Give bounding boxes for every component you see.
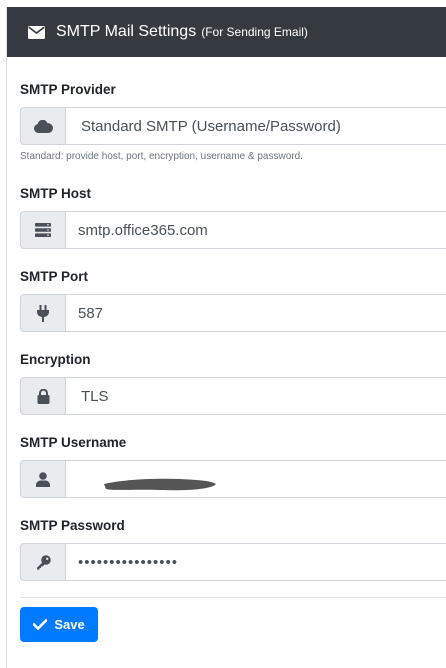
provider-label: SMTP Provider — [20, 82, 116, 97]
password-input-group: •••••••••••••••• — [20, 543, 446, 581]
username-group: SMTP Username — [20, 434, 446, 498]
encryption-group: Encryption TLS — [20, 351, 446, 415]
host-group: SMTP Host smtp.office365.com — [20, 185, 446, 249]
page-subtitle: (For Sending Email) — [201, 25, 308, 39]
provider-select[interactable]: Standard SMTP (Username/Password) — [65, 107, 446, 145]
password-input[interactable]: •••••••••••••••• — [65, 543, 446, 581]
username-input-group — [20, 460, 446, 498]
port-input[interactable]: 587 — [65, 294, 446, 332]
host-input[interactable]: smtp.office365.com — [65, 211, 446, 249]
provider-group: SMTP Provider Standard SMTP (Username/Pa… — [20, 81, 446, 162]
port-input-group: 587 — [20, 294, 446, 332]
check-icon — [33, 619, 48, 630]
provider-input-group: Standard SMTP (Username/Password) — [20, 107, 446, 145]
envelope-icon — [28, 25, 45, 39]
username-label: SMTP Username — [20, 435, 127, 450]
page-title: SMTP Mail Settings — [56, 23, 197, 40]
lock-icon — [20, 377, 65, 415]
encryption-input-group: TLS — [20, 377, 446, 415]
redaction-scribble — [104, 478, 216, 491]
form-divider — [20, 597, 446, 598]
encryption-label: Encryption — [20, 352, 91, 367]
provider-help-text: Standard: provide host, port, encryption… — [20, 151, 303, 162]
port-group: SMTP Port 587 — [20, 268, 446, 332]
host-input-group: smtp.office365.com — [20, 211, 446, 249]
key-icon — [20, 543, 65, 581]
port-label: SMTP Port — [20, 269, 89, 284]
save-button-label: Save — [54, 617, 85, 632]
host-label: SMTP Host — [20, 186, 92, 201]
save-button[interactable]: Save — [20, 607, 98, 642]
password-label: SMTP Password — [20, 518, 125, 533]
plug-icon — [20, 294, 65, 332]
card-header: SMTP Mail Settings (For Sending Email) — [7, 7, 446, 57]
encryption-select[interactable]: TLS — [65, 377, 446, 415]
user-icon — [20, 460, 65, 498]
cloud-icon — [20, 107, 65, 145]
server-icon — [20, 211, 65, 249]
password-group: SMTP Password •••••••••••••••• — [20, 517, 446, 581]
